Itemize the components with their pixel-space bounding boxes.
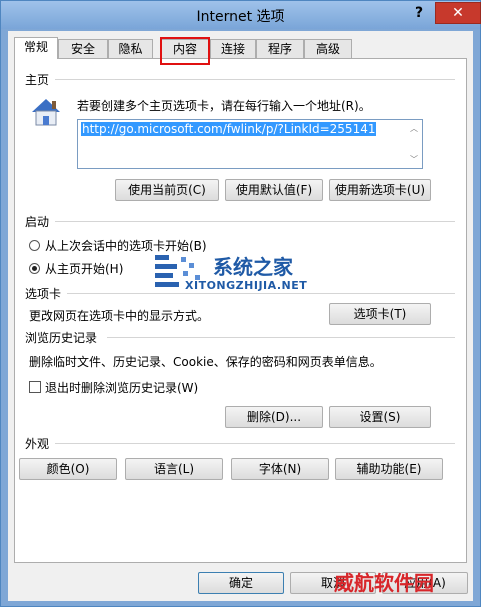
dialog-window: Internet 选项 ? ✕ 常规 安全 隐私 内容 连接 程序 高级 主页 xyxy=(0,0,481,607)
site-watermark: 系统之家 XITONGZHIJIA.NET xyxy=(151,249,341,299)
radio-selected-dot xyxy=(32,266,37,271)
use-default-button[interactable]: 使用默认值(F) xyxy=(225,179,323,201)
home-house-icon xyxy=(29,95,63,129)
history-description: 删除临时文件、历史记录、Cookie、保存的密码和网页表单信息。 xyxy=(29,355,382,369)
dialog-client: 常规 安全 隐私 内容 连接 程序 高级 主页 若要创建多个主页选项卡，请在每行… xyxy=(8,31,473,601)
history-rule xyxy=(107,337,455,338)
languages-button[interactable]: 语言(L) xyxy=(125,458,223,480)
delete-on-exit-label[interactable]: 退出时删除浏览历史记录(W) xyxy=(45,379,198,396)
startup-rule xyxy=(55,221,455,222)
help-button[interactable]: ? xyxy=(408,5,430,25)
startup-homepage-radio[interactable] xyxy=(29,263,40,274)
use-current-button[interactable]: 使用当前页(C) xyxy=(115,179,219,201)
scroll-down-icon[interactable]: ﹀ xyxy=(410,154,418,165)
delete-on-exit-checkbox[interactable] xyxy=(29,381,41,393)
history-group-label: 浏览历史记录 xyxy=(25,331,98,345)
ok-button[interactable]: 确定 xyxy=(198,572,284,594)
history-settings-button[interactable]: 设置(S) xyxy=(329,406,431,428)
corner-watermark: 威航软件园 xyxy=(334,571,434,595)
startup-homepage-label[interactable]: 从主页开始(H) xyxy=(45,260,123,277)
colors-button[interactable]: 颜色(O) xyxy=(19,458,117,480)
tab-connections[interactable]: 连接 xyxy=(210,39,256,58)
startup-last-session-radio[interactable] xyxy=(29,240,40,251)
general-panel: 主页 若要创建多个主页选项卡，请在每行输入一个地址(R)。 http://go.… xyxy=(14,58,467,563)
tab-privacy[interactable]: 隐私 xyxy=(108,39,153,58)
startup-group-label: 启动 xyxy=(25,215,50,229)
appearance-group-label: 外观 xyxy=(25,437,50,451)
scroll-up-icon[interactable]: ︿ xyxy=(410,123,418,134)
homepage-prompt: 若要创建多个主页选项卡，请在每行输入一个地址(R)。 xyxy=(77,99,371,113)
title-bar[interactable]: Internet 选项 ? ✕ xyxy=(1,1,481,29)
textarea-scrollbar[interactable]: ︿ ﹀ xyxy=(406,120,422,168)
tabs-description: 更改网页在选项卡中的显示方式。 xyxy=(29,309,210,323)
tab-advanced[interactable]: 高级 xyxy=(304,39,352,58)
close-button[interactable]: ✕ xyxy=(435,2,481,24)
homepage-url: http://go.microsoft.com/fwlink/p/?LinkId… xyxy=(81,122,377,136)
tabs-group-label: 选项卡 xyxy=(25,287,62,301)
watermark-title: 系统之家 xyxy=(213,255,293,279)
tab-programs[interactable]: 程序 xyxy=(256,39,304,58)
homepage-rule xyxy=(55,79,455,80)
watermark-url: XITONGZHIJIA.NET xyxy=(185,279,308,292)
tab-general[interactable]: 常规 xyxy=(14,37,58,59)
homepage-urls-textarea[interactable]: http://go.microsoft.com/fwlink/p/?LinkId… xyxy=(77,119,423,169)
fonts-button[interactable]: 字体(N) xyxy=(231,458,329,480)
delete-history-button[interactable]: 删除(D)... xyxy=(225,406,323,428)
homepage-group-label: 主页 xyxy=(25,73,50,87)
tabs-settings-button[interactable]: 选项卡(T) xyxy=(329,303,431,325)
accessibility-button[interactable]: 辅助功能(E) xyxy=(335,458,443,480)
appearance-rule xyxy=(55,443,455,444)
use-new-tab-button[interactable]: 使用新选项卡(U) xyxy=(329,179,431,201)
tab-security[interactable]: 安全 xyxy=(58,39,108,58)
content-tab-highlight xyxy=(160,37,210,65)
